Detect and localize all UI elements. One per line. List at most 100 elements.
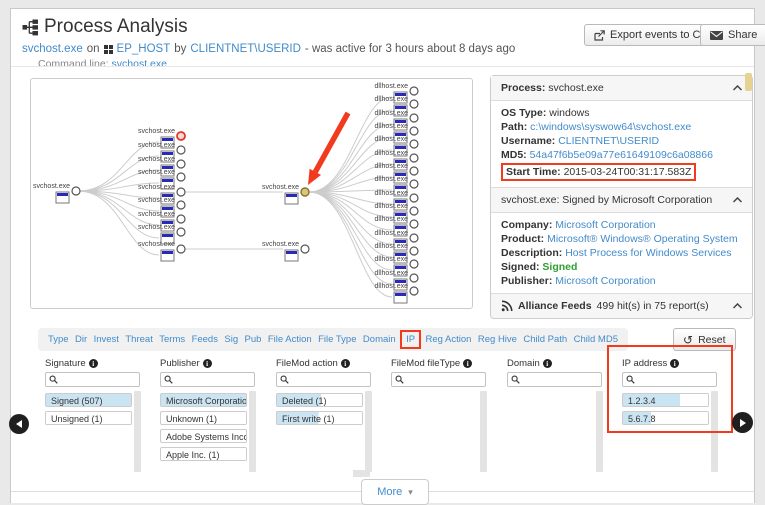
facet-search-input[interactable] [176, 375, 246, 385]
chevron-up-icon[interactable] [733, 303, 742, 309]
subtitle-host-link[interactable]: EP_HOST [117, 43, 171, 55]
process-node-svchost.exe[interactable]: svchost.exe [262, 184, 309, 204]
facet-item-5.6.7.8[interactable]: 5.6.7.8 [622, 411, 709, 425]
info-icon[interactable]: i [341, 359, 350, 368]
info-icon[interactable]: i [203, 359, 212, 368]
process-node-dot[interactable] [177, 245, 185, 253]
process-node-dot[interactable] [177, 173, 185, 181]
subtitle-user-link[interactable]: CLIENTNET\USERID [190, 43, 301, 55]
process-node-dot[interactable] [72, 187, 80, 195]
filter-tab-feeds[interactable]: Feeds [192, 334, 218, 345]
scrollbar-track[interactable] [365, 391, 372, 472]
filter-tab-child-path[interactable]: Child Path [523, 334, 567, 345]
detail-value-path[interactable]: c:\windows\syswow64\svchost.exe [530, 121, 691, 133]
scrollbar-thumb[interactable] [745, 73, 752, 91]
more-button[interactable]: More ▾ [361, 479, 429, 505]
facet-search-input[interactable] [61, 375, 131, 385]
facet-item-microsoft-corporation-505-[interactable]: Microsoft Corporation (505) [160, 393, 247, 407]
process-node-dot[interactable] [410, 127, 418, 135]
scrollbar-track[interactable] [711, 391, 718, 472]
scroll-right-button[interactable] [732, 412, 753, 433]
process-node-svchost.exe[interactable]: svchost.exe [33, 183, 80, 203]
process-node-dot[interactable] [177, 188, 185, 196]
facet-item-first-write-1-[interactable]: First write (1) [276, 411, 363, 425]
process-node-dot[interactable] [177, 215, 185, 223]
process-node-dot[interactable] [177, 228, 185, 236]
info-icon[interactable]: i [543, 359, 552, 368]
chevron-up-icon[interactable] [733, 85, 742, 91]
process-node-dot[interactable] [177, 160, 185, 168]
subtitle-process-link[interactable]: svchost.exe [22, 43, 83, 55]
process-node-dot[interactable] [410, 260, 418, 268]
filter-tab-child-md5[interactable]: Child MD5 [574, 334, 618, 345]
process-node-dot[interactable] [301, 188, 309, 196]
facet-search-input[interactable] [638, 375, 708, 385]
process-node-dot[interactable] [410, 114, 418, 122]
detail-value-md5[interactable]: 54a47f6b5e09a77e61649109c6a08866 [530, 149, 713, 161]
process-node-dot[interactable] [177, 146, 185, 154]
filter-tab-invest[interactable]: Invest [94, 334, 119, 345]
process-node-dot[interactable] [410, 140, 418, 148]
process-node-svchost.exe[interactable]: svchost.exe [262, 241, 309, 261]
command-line-value[interactable]: svchost.exe [112, 58, 167, 70]
filter-tab-domain[interactable]: Domain [363, 334, 396, 345]
process-node-dot[interactable] [301, 245, 309, 253]
filter-tab-reg-action[interactable]: Reg Action [426, 334, 472, 345]
facet-item-unsigned-1-[interactable]: Unsigned (1) [45, 411, 132, 425]
detail-value-product[interactable]: Microsoft® Windows® Operating System [547, 233, 738, 245]
detail-value-description[interactable]: Host Process for Windows Services [565, 247, 731, 259]
process-node-dot[interactable] [177, 201, 185, 209]
facet-item-apple-inc.-1-[interactable]: Apple Inc. (1) [160, 447, 247, 461]
scroll-left-button[interactable] [9, 414, 29, 434]
process-node-dot[interactable] [410, 180, 418, 188]
process-node-dot[interactable] [410, 100, 418, 108]
process-node-svchost.exe[interactable]: svchost.exe [138, 241, 185, 261]
process-node-dot[interactable] [410, 167, 418, 175]
chevron-up-icon[interactable] [733, 197, 742, 203]
facet-item-unknown-1-[interactable]: Unknown (1) [160, 411, 247, 425]
alliance-feeds-header[interactable]: Alliance Feeds 499 hit(s) in 75 report(s… [491, 293, 752, 318]
facet-item-1.2.3.4[interactable]: 1.2.3.4 [622, 393, 709, 407]
process-node-dot[interactable] [410, 220, 418, 228]
process-node-dot[interactable] [410, 194, 418, 202]
signed-section-header[interactable]: svchost.exe: Signed by Microsoft Corpora… [491, 187, 752, 213]
info-icon[interactable]: i [89, 359, 98, 368]
horizontal-scroll-thumb[interactable] [353, 470, 370, 477]
scrollbar-track[interactable] [134, 391, 141, 472]
filter-tab-dir[interactable]: Dir [75, 334, 87, 345]
facet-search-input[interactable] [292, 375, 362, 385]
facet-item-adobe-systems-incorporated[interactable]: Adobe Systems Incorporated [160, 429, 247, 443]
process-panel-header[interactable]: Process: svchost.exe [491, 76, 752, 101]
filter-tab-threat[interactable]: Threat [125, 334, 152, 345]
filter-tab-pub[interactable]: Pub [245, 334, 262, 345]
scrollbar-track[interactable] [596, 391, 603, 472]
scrollbar-track[interactable] [249, 391, 256, 472]
process-node-dot[interactable] [410, 274, 418, 282]
filter-tab-type[interactable]: Type [48, 334, 69, 345]
process-node-dot[interactable] [410, 154, 418, 162]
process-node-dot[interactable] [410, 247, 418, 255]
process-node-dot[interactable] [410, 207, 418, 215]
filter-tab-reg-hive[interactable]: Reg Hive [478, 334, 517, 345]
filter-tab-sig[interactable]: Sig [224, 334, 238, 345]
facet-item-signed-507-[interactable]: Signed (507) [45, 393, 132, 407]
detail-value-publisher[interactable]: Microsoft Corporation [555, 275, 655, 287]
facet-search-input[interactable] [407, 375, 477, 385]
info-icon[interactable]: i [670, 359, 679, 368]
facet-item-deleted-1-[interactable]: Deleted (1) [276, 393, 363, 407]
filter-tab-file-action[interactable]: File Action [268, 334, 312, 345]
share-button[interactable]: Share [700, 24, 765, 46]
process-node-dot[interactable] [410, 234, 418, 242]
process-node-dot[interactable] [410, 87, 418, 95]
facet-search-input[interactable] [523, 375, 593, 385]
reset-button[interactable]: ↺ Reset [673, 328, 736, 351]
detail-value-company[interactable]: Microsoft Corporation [555, 219, 655, 231]
detail-value-username[interactable]: CLIENTNET\USERID [558, 135, 659, 147]
filter-tab-file-type[interactable]: File Type [318, 334, 356, 345]
info-icon[interactable]: i [463, 359, 472, 368]
filter-tab-ip[interactable]: IP [400, 330, 421, 349]
scrollbar-track[interactable] [480, 391, 487, 472]
process-node-dot[interactable] [177, 132, 185, 140]
filter-tab-terms[interactable]: Terms [159, 334, 185, 345]
process-node-dot[interactable] [410, 287, 418, 295]
